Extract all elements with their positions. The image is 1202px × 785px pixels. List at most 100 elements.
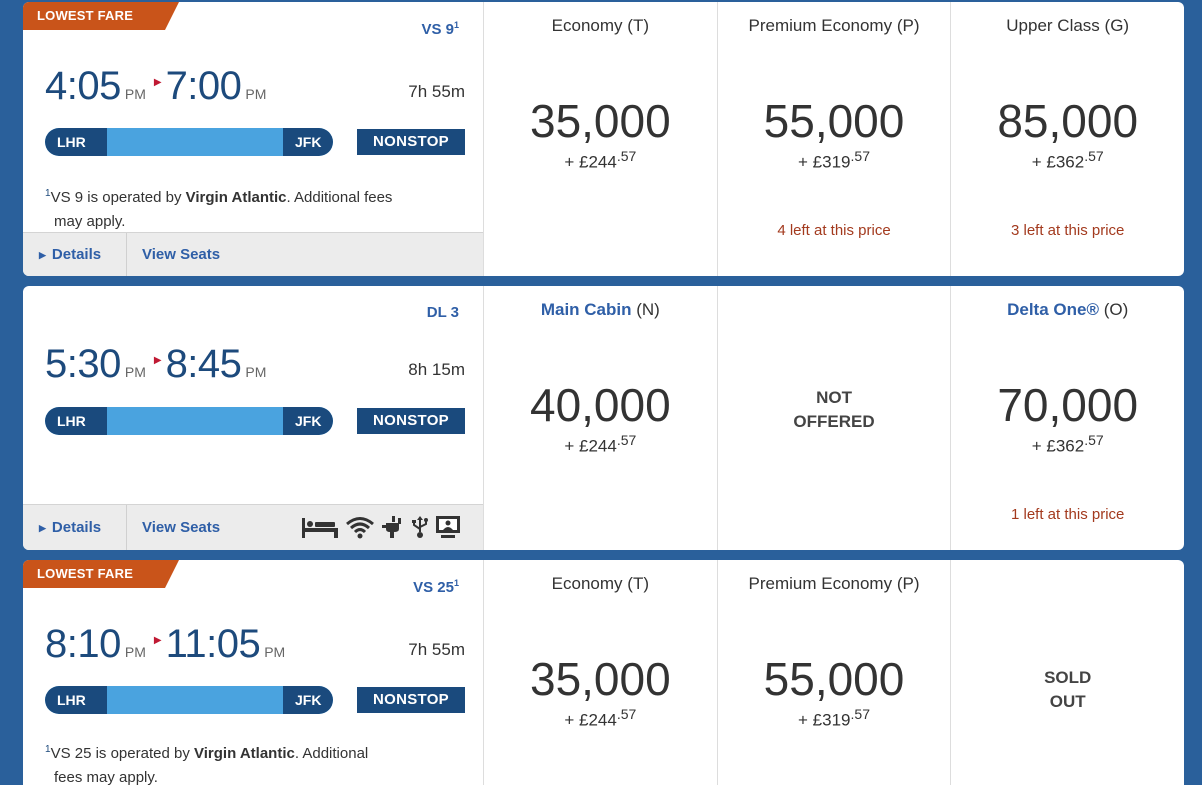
origin-airport: LHR — [45, 686, 107, 714]
cabin-name: Premium Economy (P) — [748, 16, 920, 35]
divider — [126, 233, 127, 276]
nonstop-badge: NONSTOP — [357, 129, 465, 155]
arrive-time: 8:45 — [165, 342, 242, 386]
flight-info: LOWEST FARE VS 251 8:10 PM ▶ 11:05 PM 7h… — [23, 560, 484, 785]
destination-airport: JFK — [283, 128, 333, 156]
cabin-name: Upper Class (G) — [1006, 16, 1130, 35]
power-outlet-icon — [382, 516, 401, 538]
fare-premium-economy[interactable]: Premium Economy (P) 55,000 + £319.57 4 l… — [718, 2, 952, 276]
destination-airport: JFK — [283, 686, 333, 714]
fare-miles: 85,000 — [997, 95, 1139, 147]
arrive-ampm: PM — [264, 644, 286, 660]
operator-footnote: 1VS 9 is operated by Virgin Atlantic. Ad… — [45, 188, 393, 230]
fare-main-cabin[interactable]: Main Cabin (N) 40,000 + £244.57 — [484, 286, 718, 550]
fare-cash: + £244.57 — [564, 148, 637, 172]
fare-cash: + £244.57 — [564, 706, 637, 730]
caret-right-icon: ▶ — [39, 250, 46, 260]
cabin-name: Premium Economy (P) — [748, 574, 920, 593]
depart-ampm: PM — [124, 364, 146, 380]
usb-icon — [412, 516, 428, 538]
destination-airport: JFK — [283, 407, 333, 435]
fare-not-offered: NOT OFFERED — [718, 286, 952, 550]
cabin-name: Economy (T) — [551, 16, 649, 35]
amenities — [301, 515, 461, 539]
cabin-name: Main Cabin (N) — [540, 300, 660, 319]
flight-times: 8:10 PM ▶ 11:05 PM — [45, 622, 289, 667]
flight-duration: 7h 55m — [408, 640, 465, 659]
details-toggle[interactable]: ▶ Details — [39, 233, 101, 276]
fare-economy[interactable]: Economy (T) 35,000 + £244.57 — [484, 560, 718, 785]
wifi-icon — [346, 517, 374, 539]
flight-card: DL 3 5:30 PM ▶ 8:45 PM 8h 15m LHR JFK NO… — [23, 286, 1184, 550]
nonstop-badge: NONSTOP — [357, 687, 465, 713]
lowest-fare-badge: LOWEST FARE — [23, 2, 179, 30]
view-seats-link[interactable]: View Seats — [142, 233, 220, 276]
cabin-name: Economy (T) — [551, 574, 649, 593]
fare-premium-economy[interactable]: Premium Economy (P) 55,000 + £319.57 — [718, 560, 952, 785]
arrow-right-icon: ▶ — [153, 635, 162, 646]
lowest-fare-badge: LOWEST FARE — [23, 560, 179, 588]
fare-options: Economy (T) 35,000 + £244.57 Premium Eco… — [484, 560, 1184, 785]
fare-cash: + £319.57 — [798, 148, 870, 172]
flat-bed-icon — [302, 518, 338, 538]
flight-number[interactable]: VS 251 — [413, 578, 459, 596]
flight-number[interactable]: DL 3 — [427, 304, 459, 321]
cabin-info-link[interactable]: Delta One® — [1007, 300, 1099, 319]
depart-time: 8:10 — [45, 622, 121, 666]
origin-airport: LHR — [45, 128, 107, 156]
fare-cash: + £319.57 — [798, 706, 870, 730]
details-toggle[interactable]: ▶ Details — [39, 505, 101, 550]
arrow-right-icon: ▶ — [153, 77, 162, 88]
flight-times: 5:30 PM ▶ 8:45 PM — [45, 342, 270, 387]
cabin-info-link[interactable]: Main Cabin — [541, 300, 632, 319]
divider — [126, 505, 127, 550]
depart-time: 4:05 — [45, 64, 121, 108]
personal-screen-icon — [436, 516, 460, 538]
fare-miles: 40,000 — [529, 379, 671, 431]
origin-airport: LHR — [45, 407, 107, 435]
arrive-time: 11:05 — [165, 622, 261, 666]
nonstop-badge: NONSTOP — [357, 408, 465, 434]
fare-cash: + £362.57 — [1031, 148, 1104, 172]
arrive-time: 7:00 — [165, 64, 242, 108]
fare-options: Economy (T) 35,000 + £244.57 Premium Eco… — [484, 2, 1184, 276]
seats-left-notice: 1 left at this price — [1010, 506, 1125, 523]
arrive-ampm: PM — [245, 86, 267, 102]
caret-right-icon: ▶ — [39, 523, 46, 533]
arrive-ampm: PM — [245, 364, 267, 380]
view-seats-link[interactable]: View Seats — [142, 505, 220, 550]
fare-miles: 35,000 — [529, 653, 671, 705]
fare-sold-out: SOLD OUT — [951, 560, 1184, 785]
arrow-right-icon: ▶ — [153, 355, 162, 366]
flight-times: 4:05 PM ▶ 7:00 PM — [45, 64, 270, 109]
fare-miles: 70,000 — [997, 379, 1139, 431]
flight-info: LOWEST FARE VS 91 4:05 PM ▶ 7:00 PM 7h 5… — [23, 2, 484, 276]
flight-number[interactable]: VS 91 — [421, 20, 459, 38]
flight-card: LOWEST FARE VS 91 4:05 PM ▶ 7:00 PM 7h 5… — [23, 2, 1184, 276]
fare-status: SOLD OUT — [1044, 668, 1092, 711]
fare-cash: + £244.57 — [564, 432, 637, 456]
fare-upper-class[interactable]: Upper Class (G) 85,000 + £362.57 3 left … — [951, 2, 1184, 276]
flight-info: DL 3 5:30 PM ▶ 8:45 PM 8h 15m LHR JFK NO… — [23, 286, 484, 550]
fare-delta-one[interactable]: Delta One® (O) 70,000 + £362.57 1 left a… — [951, 286, 1184, 550]
operator-footnote: 1VS 25 is operated by Virgin Atlantic. A… — [45, 744, 369, 785]
flight-actions-bar: ▶ Details View Seats — [23, 232, 483, 276]
fare-miles: 55,000 — [763, 95, 905, 147]
route-bar: LHR JFK — [45, 407, 333, 435]
depart-ampm: PM — [124, 644, 146, 660]
cabin-name: Delta One® (O) — [1007, 300, 1129, 319]
fare-miles: 35,000 — [529, 95, 671, 147]
flight-duration: 7h 55m — [408, 82, 465, 101]
route-bar: LHR JFK — [45, 128, 333, 156]
fare-miles: 55,000 — [763, 653, 905, 705]
seats-left-notice: 4 left at this price — [777, 222, 891, 239]
fare-economy[interactable]: Economy (T) 35,000 + £244.57 — [484, 2, 718, 276]
flight-actions-bar: ▶ Details View Seats — [23, 504, 483, 550]
fare-cash: + £362.57 — [1031, 432, 1104, 456]
fare-status: NOT OFFERED — [793, 388, 875, 431]
flight-duration: 8h 15m — [408, 360, 465, 379]
flight-card: LOWEST FARE VS 251 8:10 PM ▶ 11:05 PM 7h… — [23, 560, 1184, 785]
route-bar: LHR JFK — [45, 686, 333, 714]
fare-options: Main Cabin (N) 40,000 + £244.57 NOT OFFER… — [484, 286, 1184, 550]
seats-left-notice: 3 left at this price — [1010, 222, 1125, 239]
